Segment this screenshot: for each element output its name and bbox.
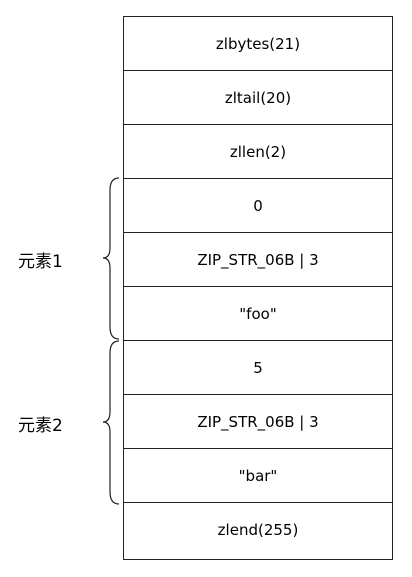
brace-element1: [102, 177, 120, 340]
cell-entry1-prevlen: 0: [253, 197, 263, 215]
cell-entry2-encoding: ZIP_STR_06B | 3: [197, 413, 319, 431]
cell-zlend: zlend(255): [217, 521, 299, 539]
cell-entry2-prevlen: 5: [253, 359, 263, 377]
cell-entry1-encoding: ZIP_STR_06B | 3: [197, 251, 319, 269]
cell-zllen: zllen(2): [229, 143, 287, 161]
group-label-element2: 元素2: [18, 416, 63, 436]
brace-element2: [102, 340, 120, 505]
cell-entry2-content: "bar": [238, 467, 278, 485]
cell-zlbytes: zlbytes(21): [215, 35, 301, 53]
group-label-element1: 元素1: [18, 252, 63, 272]
cell-zltail: zltail(20): [224, 89, 292, 107]
ziplist-structure: zlbytes(21) zltail(20) zllen(2) 0 ZIP_ST…: [123, 16, 393, 560]
cell-entry1-content: "foo": [239, 305, 277, 323]
